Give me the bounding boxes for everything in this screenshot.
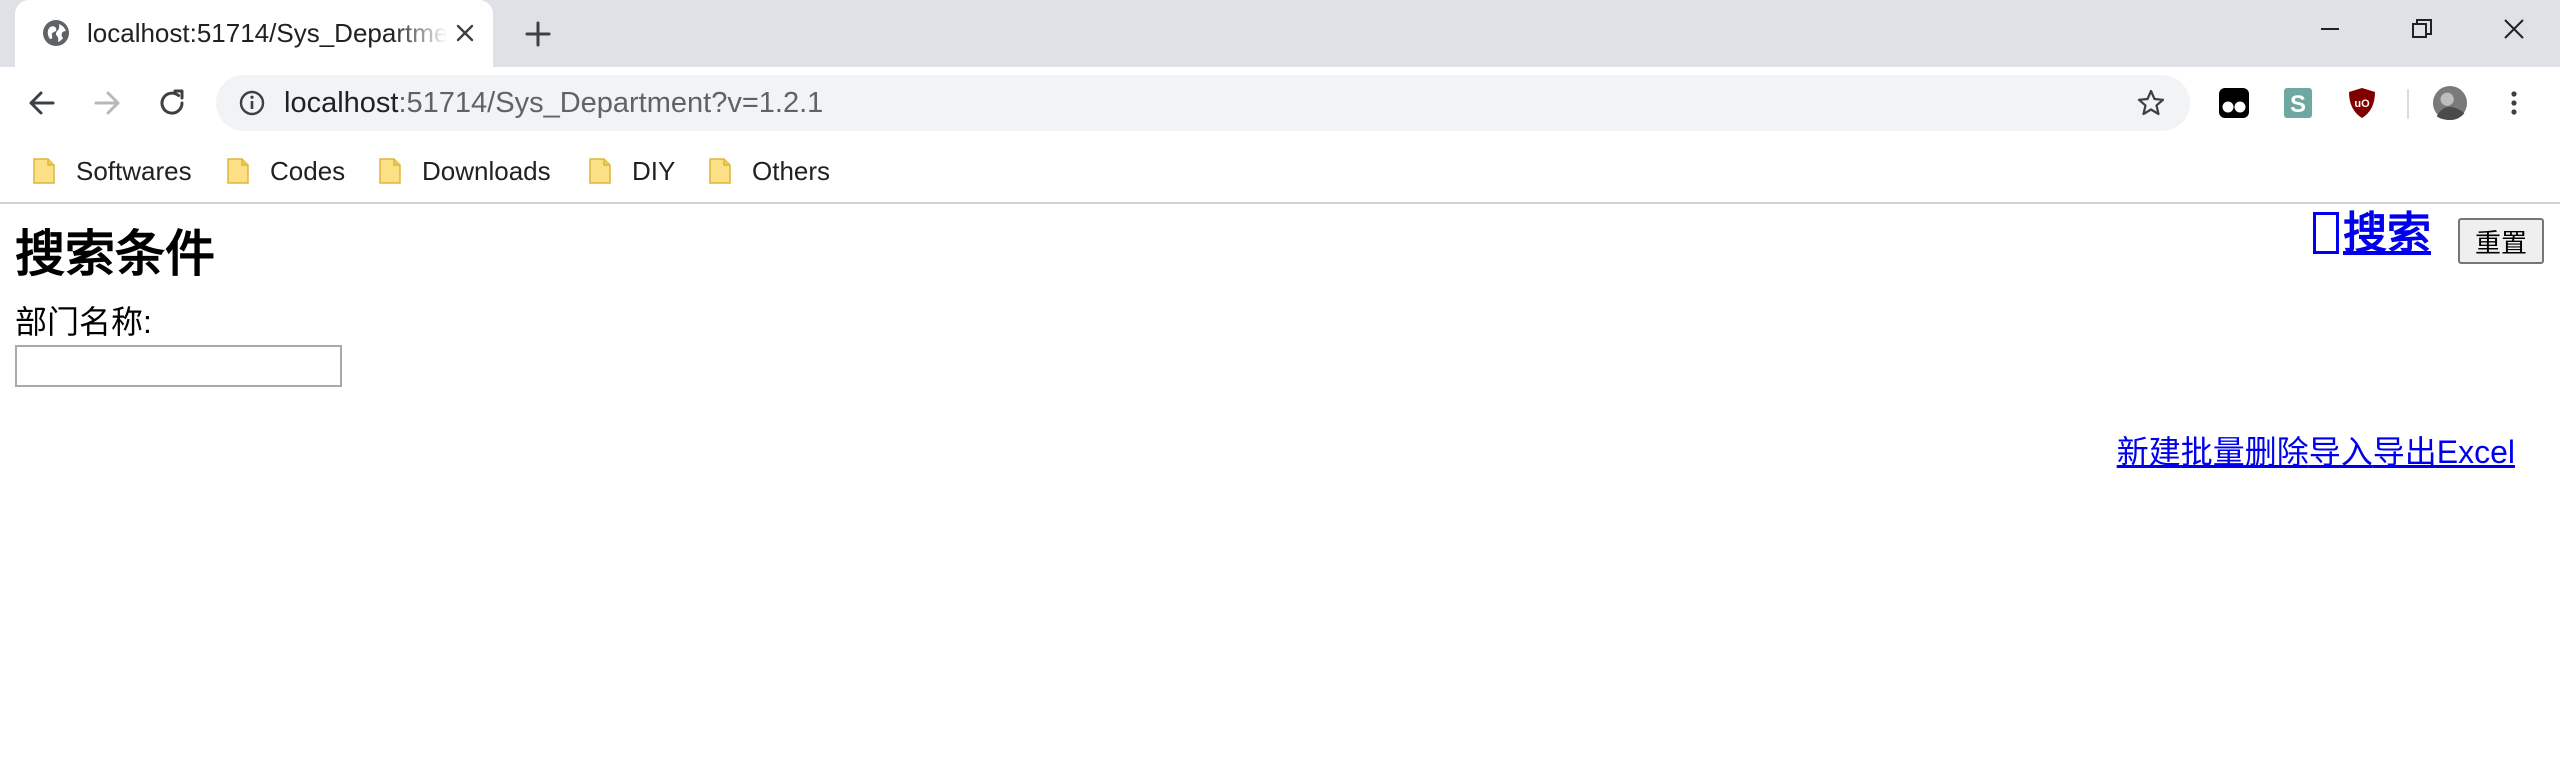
s-extension-icon[interactable]: S [2280, 85, 2316, 121]
browser-toolbar: localhost:51714/Sys_Department?v=1.2.1 S… [0, 67, 2560, 139]
bookmark-label: Downloads [422, 155, 551, 186]
reset-button[interactable]: 重置 [2458, 218, 2544, 264]
forward-button[interactable] [87, 83, 127, 123]
minimize-icon [2321, 28, 2339, 30]
page-content: 搜索条件 搜索 重置 部门名称: 新建批量删除导入导出Excel [0, 206, 2560, 769]
reload-button[interactable] [152, 83, 192, 123]
folder-icon [709, 158, 731, 184]
globe-icon [43, 20, 69, 46]
bookmark-folder-others[interactable]: Others [708, 153, 830, 189]
bookmark-folder-codes[interactable]: Codes [226, 153, 345, 189]
close-window-button[interactable] [2468, 0, 2560, 58]
more-vert-icon [2511, 91, 2517, 115]
arrow-left-icon [29, 91, 55, 115]
svg-text:uO: uO [2354, 98, 2370, 110]
url-path: :51714/Sys_Department?v=1.2.1 [398, 87, 824, 119]
restore-icon [2412, 19, 2432, 38]
bookmarks-bar: Softwares Codes Downloads DIY Others [0, 139, 2560, 204]
restore-button[interactable] [2376, 0, 2468, 58]
department-name-label: 部门名称: [15, 304, 152, 340]
menu-button[interactable] [2496, 85, 2532, 121]
profile-avatar[interactable] [2432, 85, 2468, 121]
department-name-input[interactable] [15, 345, 342, 387]
folder-icon [379, 158, 401, 184]
browser-tab[interactable]: localhost:51714/Sys_Department?v=1.2.1 [15, 0, 493, 67]
bookmark-label: Codes [270, 155, 346, 186]
close-icon[interactable] [453, 21, 477, 45]
back-button[interactable] [22, 83, 62, 123]
tab-title: localhost:51714/Sys_Department?v=1.2.1 [87, 18, 447, 48]
bookmark-label: Softwares [76, 155, 192, 186]
search-link-label: 搜索 [2343, 209, 2431, 258]
folder-icon [227, 158, 249, 184]
ublock-icon[interactable]: uO [2344, 85, 2380, 121]
bookmark-label: Others [752, 155, 831, 186]
import-link[interactable]: 导入 [2309, 434, 2373, 470]
address-bar[interactable]: localhost:51714/Sys_Department?v=1.2.1 [216, 75, 2190, 131]
star-icon[interactable] [2136, 88, 2166, 118]
toolbar-divider [2407, 89, 2409, 119]
action-links: 新建批量删除导入导出Excel [2117, 432, 2515, 472]
close-icon [2504, 19, 2524, 39]
arrow-right-icon [94, 91, 120, 115]
minimize-button[interactable] [2284, 0, 2376, 58]
reload-icon [160, 89, 184, 115]
export-excel-link[interactable]: 导出Excel [2373, 434, 2515, 470]
bookmark-label: DIY [632, 155, 676, 186]
tampermonkey-icon[interactable] [2216, 85, 2252, 121]
batch-delete-link[interactable]: 批量删除 [2181, 434, 2309, 470]
info-icon[interactable] [238, 89, 266, 117]
missing-glyph-icon [2313, 212, 2339, 254]
bookmark-folder-diy[interactable]: DIY [588, 153, 675, 189]
svg-text:S: S [2290, 91, 2306, 118]
bookmark-folder-softwares[interactable]: Softwares [32, 153, 192, 189]
folder-icon [33, 158, 55, 184]
url-host: localhost [284, 87, 399, 119]
search-link[interactable]: 搜索 [2313, 206, 2431, 262]
new-link[interactable]: 新建 [2117, 434, 2181, 470]
page-title: 搜索条件 [15, 226, 215, 282]
bookmark-folder-downloads[interactable]: Downloads [378, 153, 551, 189]
new-tab-icon[interactable] [523, 19, 553, 49]
folder-icon [589, 158, 611, 184]
url-text[interactable]: localhost:51714/Sys_Department?v=1.2.1 [284, 85, 823, 121]
tab-strip: localhost:51714/Sys_Department?v=1.2.1 [0, 0, 2560, 67]
